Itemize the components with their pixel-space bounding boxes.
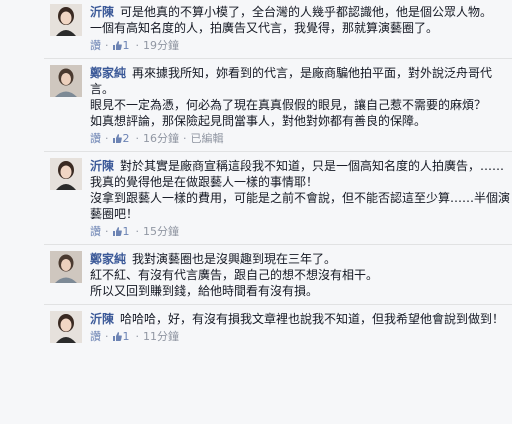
thumbs-up-icon [112, 227, 122, 236]
comment-text: 我對演藝圈也是沒興趣到現在三年了。 紅不紅、有沒有代言廣告，跟自己的想不想沒有相… [90, 252, 379, 298]
avatar[interactable] [50, 158, 82, 190]
comment-meta: 讚 · 1 · 19分鐘 [90, 38, 512, 53]
timestamp[interactable]: 16分鐘 [143, 132, 179, 145]
comment-author[interactable]: 鄭家純 [90, 252, 126, 266]
comment-author[interactable]: 鄭家純 [90, 66, 126, 80]
separator: · [105, 132, 109, 145]
comment-author[interactable]: 沂陳 [90, 5, 114, 19]
separator: · [135, 330, 140, 343]
like-link[interactable]: 讚 [90, 39, 101, 52]
avatar-image-icon [50, 4, 82, 36]
avatar-image-icon [50, 158, 82, 190]
comment: 沂陳 對於其實是廠商宣稱這段我不知道，只是一個高知名度的人拍廣告，……我真的覺得他… [44, 152, 512, 245]
comment: 鄭家純 我對演藝圈也是沒興趣到現在三年了。 紅不紅、有沒有代言廣告，跟自己的想不想… [44, 245, 512, 305]
timestamp[interactable]: 11分鐘 [143, 330, 179, 343]
edited-label[interactable]: 已編輯 [191, 132, 224, 145]
like-count[interactable]: 1 [123, 330, 130, 343]
avatar[interactable] [50, 311, 82, 343]
avatar[interactable] [50, 251, 82, 283]
thumbs-up-icon [112, 41, 122, 50]
avatar-image-icon [50, 311, 82, 343]
avatar-image-icon [50, 251, 82, 283]
comment-meta: 讚 · 2 · 16分鐘 · 已編輯 [90, 131, 512, 146]
comment-text: 對於其實是廠商宣稱這段我不知道，只是一個高知名度的人拍廣告，……我真的覺得他是在… [90, 159, 511, 221]
comment: 沂陳 可是他真的不算小模了，全台灣的人幾乎都認識他，他是個公眾人物。 一個有高知名… [44, 0, 512, 59]
comment-text: 可是他真的不算小模了，全台灣的人幾乎都認識他，他是個公眾人物。 一個有高知名度的… [90, 5, 493, 35]
comment-text: 再來據我所知，妳看到的代言，是廠商騙他拍平面，對外說泛舟哥代言。 眼見不一定為憑… [90, 66, 493, 128]
comment-meta: 讚 · 1 · 11分鐘 [90, 329, 512, 344]
separator: · [105, 39, 109, 52]
separator: · [183, 132, 187, 145]
separator: · [105, 330, 109, 343]
comment: 鄭家純 再來據我所知，妳看到的代言，是廠商騙他拍平面，對外說泛舟哥代言。 眼見不一… [44, 59, 512, 152]
comment-author[interactable]: 沂陳 [90, 312, 114, 326]
separator: · [135, 39, 140, 52]
separator: · [105, 225, 109, 238]
thumbs-up-icon [112, 134, 122, 143]
comment: 沂陳 哈哈哈，好，有沒有損我文章裡也說我不知道，但我希望他會說到做到！ 讚 · 1 · 1… [44, 305, 512, 349]
like-link[interactable]: 讚 [90, 225, 101, 238]
comment-thread: 沂陳 可是他真的不算小模了，全台灣的人幾乎都認識他，他是個公眾人物。 一個有高知名… [0, 0, 512, 424]
separator: · [135, 132, 140, 145]
separator: · [135, 225, 140, 238]
comment-author[interactable]: 沂陳 [90, 159, 114, 173]
like-link[interactable]: 讚 [90, 330, 101, 343]
like-link[interactable]: 讚 [90, 132, 101, 145]
avatar[interactable] [50, 65, 82, 97]
timestamp[interactable]: 19分鐘 [143, 39, 179, 52]
comment-text: 哈哈哈，好，有沒有損我文章裡也說我不知道，但我希望他會說到做到！ [120, 312, 505, 326]
timestamp[interactable]: 15分鐘 [143, 225, 179, 238]
avatar[interactable] [50, 4, 82, 36]
comment-meta: 讚 · 1 · 15分鐘 [90, 224, 512, 239]
avatar-image-icon [50, 65, 82, 97]
like-count[interactable]: 2 [123, 132, 130, 145]
like-count[interactable]: 1 [123, 225, 130, 238]
thumbs-up-icon [112, 332, 122, 341]
like-count[interactable]: 1 [123, 39, 130, 52]
